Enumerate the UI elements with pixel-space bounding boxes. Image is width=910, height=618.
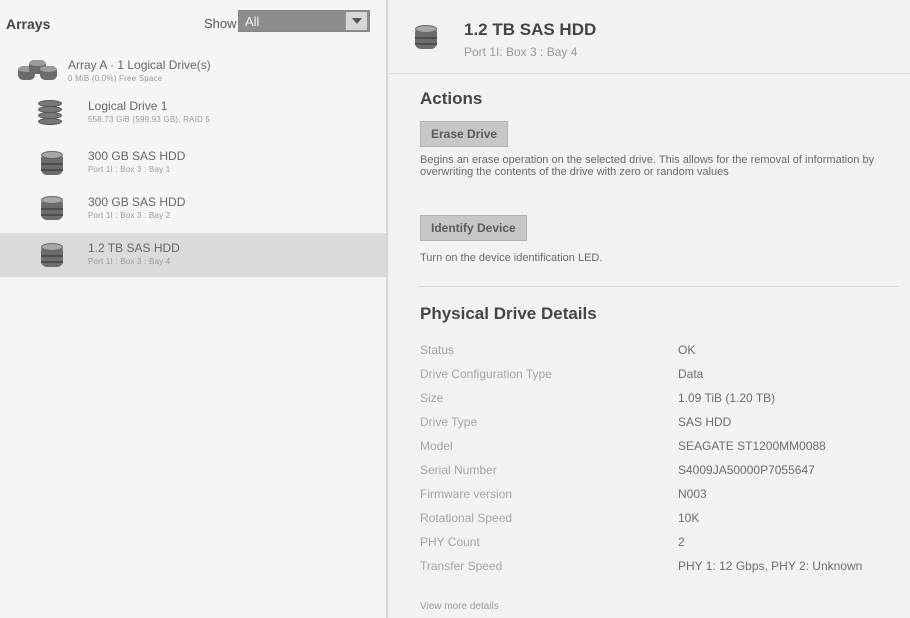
detail-value: S4009JA50000P7055647: [678, 463, 815, 477]
detail-label: Status: [420, 343, 455, 357]
erase-drive-description: Begins an erase operation on the selecte…: [420, 154, 875, 178]
show-filter-value: All: [245, 14, 260, 29]
tree-item-subtitle: 0 MiB (0.0%) Free Space: [68, 74, 163, 83]
tree-item-title: Logical Drive 1: [88, 99, 168, 113]
page-title: 1.2 TB SAS HDD: [464, 20, 597, 39]
detail-value: Data: [678, 367, 704, 381]
detail-value: 1.09 TiB (1.20 TB): [678, 391, 776, 405]
hdd-icon: [414, 24, 438, 52]
chevron-down-icon[interactable]: [345, 12, 367, 30]
detail-value: 10K: [678, 511, 700, 525]
tree-item-title: Array A · 1 Logical Drive(s): [68, 58, 211, 72]
page-subtitle: Port 1I: Box 3 : Bay 4: [464, 45, 578, 59]
detail-value: 2: [678, 535, 685, 549]
hdd-icon: [40, 150, 64, 178]
show-label: Show: [204, 16, 237, 31]
identify-device-description: Turn on the device identification LED.: [420, 252, 603, 264]
actions-title: Actions: [420, 89, 483, 108]
view-more-details-link[interactable]: View more details: [420, 601, 499, 612]
app-window: Arrays Show All Array A · 1 Logical Driv…: [0, 0, 910, 618]
tree-item-array-a[interactable]: Array A · 1 Logical Drive(s) 0 MiB (0.0%…: [0, 52, 386, 92]
detail-label: Firmware version: [420, 487, 513, 501]
arrays-pane: Arrays Show All Array A · 1 Logical Driv…: [0, 0, 388, 618]
detail-label: PHY Count: [420, 535, 480, 549]
details-title: Physical Drive Details: [420, 304, 597, 323]
detail-value: SEAGATE ST1200MM0088: [678, 439, 826, 453]
tree-item-logical-drive-1[interactable]: Logical Drive 1 558.73 GiB (599.93 GB), …: [0, 92, 386, 134]
tree-item-title: 300 GB SAS HDD: [88, 149, 186, 163]
tree-item-drive-bay-4[interactable]: 1.2 TB SAS HDD Port 1I : Box 3 : Bay 4: [0, 233, 386, 277]
erase-drive-button[interactable]: Erase Drive: [420, 121, 509, 147]
tree-item-drive-bay-2[interactable]: 300 GB SAS HDD Port 1I : Box 3 : Bay 2: [0, 188, 386, 230]
array-icon: [18, 60, 58, 84]
detail-value: N003: [678, 487, 707, 501]
logical-drive-icon: [38, 100, 62, 128]
divider: [418, 286, 898, 287]
drive-details-pane: 1.2 TB SAS HDD Port 1I: Box 3 : Bay 4 Ac…: [390, 0, 910, 618]
detail-label: Rotational Speed: [420, 511, 513, 525]
details-header: 1.2 TB SAS HDD Port 1I: Box 3 : Bay 4: [390, 0, 910, 74]
identify-device-button[interactable]: Identify Device: [420, 215, 527, 241]
detail-label: Drive Type: [420, 415, 478, 429]
tree-item-subtitle: Port 1I : Box 3 : Bay 4: [88, 257, 171, 266]
detail-value: PHY 1: 12 Gbps, PHY 2: Unknown: [678, 559, 863, 573]
tree-item-drive-bay-1[interactable]: 300 GB SAS HDD Port 1I : Box 3 : Bay 1: [0, 143, 386, 185]
detail-value: SAS HDD: [678, 415, 732, 429]
detail-label: Serial Number: [420, 463, 497, 477]
detail-label: Model: [420, 439, 453, 453]
tree-item-subtitle: Port 1I : Box 3 : Bay 2: [88, 211, 171, 220]
tree-item-subtitle: 558.73 GiB (599.93 GB), RAID 5: [88, 115, 211, 124]
hdd-icon: [40, 242, 64, 270]
detail-label: Size: [420, 391, 444, 405]
detail-label: Transfer Speed: [420, 559, 503, 573]
detail-label: Drive Configuration Type: [420, 367, 552, 381]
arrays-title: Arrays: [6, 16, 51, 32]
arrays-header: Arrays Show All: [0, 0, 386, 46]
show-filter-select[interactable]: All: [238, 10, 370, 32]
detail-value: OK: [678, 343, 696, 357]
tree-item-subtitle: Port 1I : Box 3 : Bay 1: [88, 165, 171, 174]
tree-item-title: 1.2 TB SAS HDD: [88, 241, 180, 255]
tree-item-title: 300 GB SAS HDD: [88, 195, 186, 209]
hdd-icon: [40, 195, 64, 223]
